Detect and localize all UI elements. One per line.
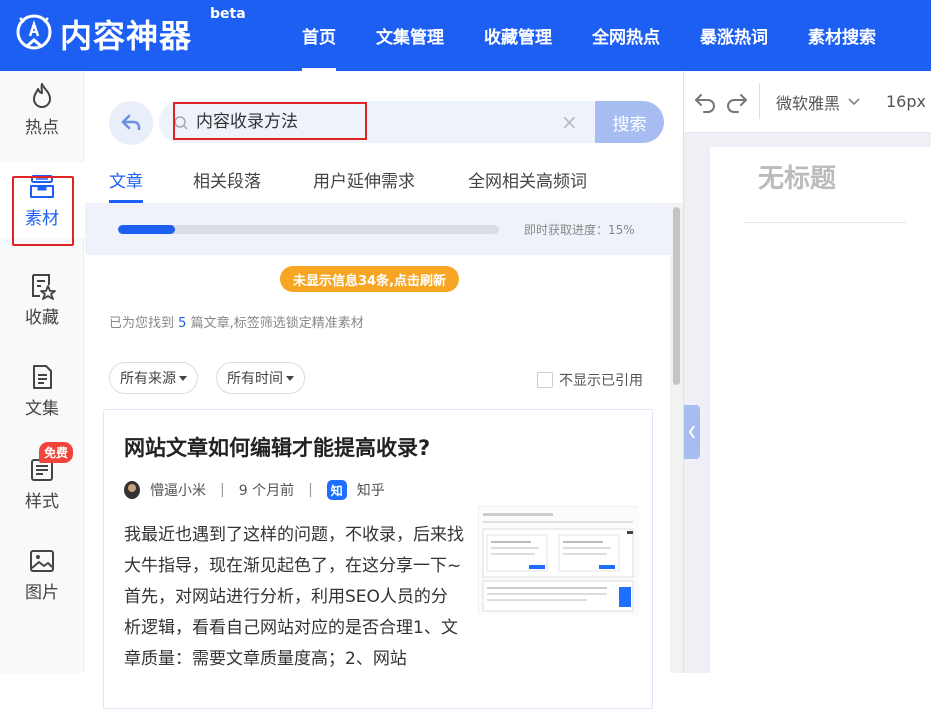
- found-prefix: 已为您找到: [109, 316, 175, 331]
- caret-down-icon: [286, 375, 294, 381]
- nav-collections[interactable]: 文集管理: [356, 0, 464, 71]
- meta-separator: |: [220, 482, 225, 498]
- main-nav: 首页 文集管理 收藏管理 全网热点 暴涨热词 素材搜索: [282, 0, 896, 71]
- image-icon: [30, 549, 54, 572]
- font-family-select[interactable]: 微软雅黑: [776, 90, 860, 114]
- beta-tag: beta: [210, 6, 246, 22]
- found-suffix: 篇文章,标签筛选锁定精准素材: [190, 316, 364, 331]
- tab-user-needs[interactable]: 用户延伸需求: [313, 167, 415, 203]
- document-title[interactable]: 无标题: [758, 158, 836, 195]
- sidebar-item-label: 样式: [25, 491, 59, 512]
- sidebar-item-label: 文集: [25, 398, 59, 419]
- progress-section: 即时获取进度：15%: [85, 203, 670, 255]
- found-summary: 已为您找到 5 篇文章,标签筛选锁定精准素材: [109, 312, 364, 331]
- meta-separator: |: [308, 482, 313, 498]
- nav-home[interactable]: 首页: [282, 0, 356, 71]
- sidebar-highlight-box: [12, 176, 74, 246]
- back-arrow-icon: [121, 114, 141, 131]
- search-highlight-box: [173, 102, 367, 140]
- nav-hot-topics[interactable]: 全网热点: [572, 0, 680, 71]
- author-avatar: [124, 481, 140, 499]
- logo-text: 内容神器: [60, 17, 193, 55]
- redo-icon[interactable]: [724, 89, 750, 115]
- left-sidebar: 热点 素材 收藏 文集 样式 图片 免费: [0, 71, 84, 673]
- document-icon: [33, 364, 52, 389]
- font-family-value: 微软雅黑: [776, 94, 841, 113]
- material-panel: 内容收录方法 × 搜索 文章 相关段落 用户延伸需求 全网相关高频词 即时获取进…: [85, 71, 683, 709]
- tab-high-frequency-words[interactable]: 全网相关高频词: [468, 167, 587, 203]
- lightbulb-logo-icon: [14, 12, 58, 56]
- article-meta: 懵逼小米 | 9 个月前 | 知 知乎: [124, 480, 385, 500]
- hide-cited-checkbox[interactable]: [537, 372, 553, 388]
- source-filter-label: 所有来源: [120, 371, 176, 387]
- search-button[interactable]: 搜索: [595, 101, 664, 143]
- article-time: 9 个月前: [238, 483, 295, 499]
- hide-cited-option[interactable]: 不显示已引用: [537, 370, 643, 390]
- article-card[interactable]: 网站文章如何编辑才能提高收录? 懵逼小米 | 9 个月前 | 知 知乎 我最近也…: [103, 409, 653, 709]
- nav-favorites[interactable]: 收藏管理: [464, 0, 572, 71]
- sidebar-item-hot[interactable]: 热点: [0, 71, 84, 147]
- article-excerpt: 我最近也遇到了这样的问题，不收录，后来找大牛指导，现在渐见起色了，在这分享一下~…: [124, 525, 464, 669]
- chevron-down-icon: [848, 98, 860, 106]
- hide-cited-label: 不显示已引用: [559, 373, 643, 389]
- collapse-panel-button[interactable]: [684, 405, 700, 459]
- chevron-left-icon: [688, 425, 695, 439]
- tab-articles[interactable]: 文章: [109, 167, 143, 203]
- clear-icon[interactable]: ×: [561, 110, 578, 134]
- toolbar-divider: [759, 83, 760, 119]
- editor-panel: 微软雅黑 16px 无标题: [683, 71, 931, 673]
- panel-scrollbar[interactable]: [670, 203, 683, 673]
- title-divider: [745, 222, 906, 223]
- zhihu-logo-icon: 知: [326, 480, 347, 500]
- screenshot-thumbnail-image: [479, 507, 639, 615]
- sidebar-item-label: 热点: [25, 117, 59, 138]
- free-badge: 免费: [39, 442, 74, 463]
- caret-down-icon: [179, 375, 187, 381]
- time-filter-label: 所有时间: [227, 371, 283, 387]
- found-count: 5: [178, 316, 187, 331]
- refresh-notice-button[interactable]: 未显示信息34条,点击刷新: [280, 266, 460, 292]
- editor-toolbar: 微软雅黑 16px: [684, 71, 931, 133]
- sidebar-item-collections[interactable]: 文集: [0, 352, 84, 428]
- sidebar-item-label: 收藏: [25, 307, 59, 328]
- font-size-select[interactable]: 16px: [886, 92, 926, 111]
- article-source: 知乎: [356, 483, 385, 499]
- back-button[interactable]: [109, 101, 153, 145]
- sidebar-item-label: 图片: [25, 582, 59, 603]
- favorite-star-icon: [32, 273, 56, 300]
- time-filter-dropdown[interactable]: 所有时间: [216, 362, 305, 394]
- author-name: 懵逼小米: [150, 483, 206, 499]
- source-filter-dropdown[interactable]: 所有来源: [109, 362, 198, 394]
- scrollbar-thumb[interactable]: [673, 207, 680, 385]
- app-logo[interactable]: 内容神器: [14, 10, 192, 58]
- tab-related-paragraphs[interactable]: 相关段落: [193, 167, 261, 203]
- article-thumbnail: [478, 506, 639, 615]
- top-navbar: 内容神器 beta 首页 文集管理 收藏管理 全网热点 暴涨热词 素材搜索: [0, 0, 931, 71]
- flame-icon: [33, 82, 51, 108]
- sidebar-item-favorites[interactable]: 收藏: [0, 261, 84, 337]
- progress-bar: [118, 225, 499, 234]
- undo-icon[interactable]: [692, 89, 718, 115]
- editor-page[interactable]: [710, 147, 931, 673]
- progress-fill: [118, 225, 176, 234]
- progress-label: 即时获取进度：15%: [524, 223, 635, 237]
- result-tabs: 文章 相关段落 用户延伸需求 全网相关高频词: [85, 167, 683, 203]
- nav-material-search[interactable]: 素材搜索: [788, 0, 896, 71]
- nav-trending-words[interactable]: 暴涨热词: [680, 0, 788, 71]
- article-title[interactable]: 网站文章如何编辑才能提高收录?: [124, 432, 430, 462]
- sidebar-item-images[interactable]: 图片: [0, 536, 84, 612]
